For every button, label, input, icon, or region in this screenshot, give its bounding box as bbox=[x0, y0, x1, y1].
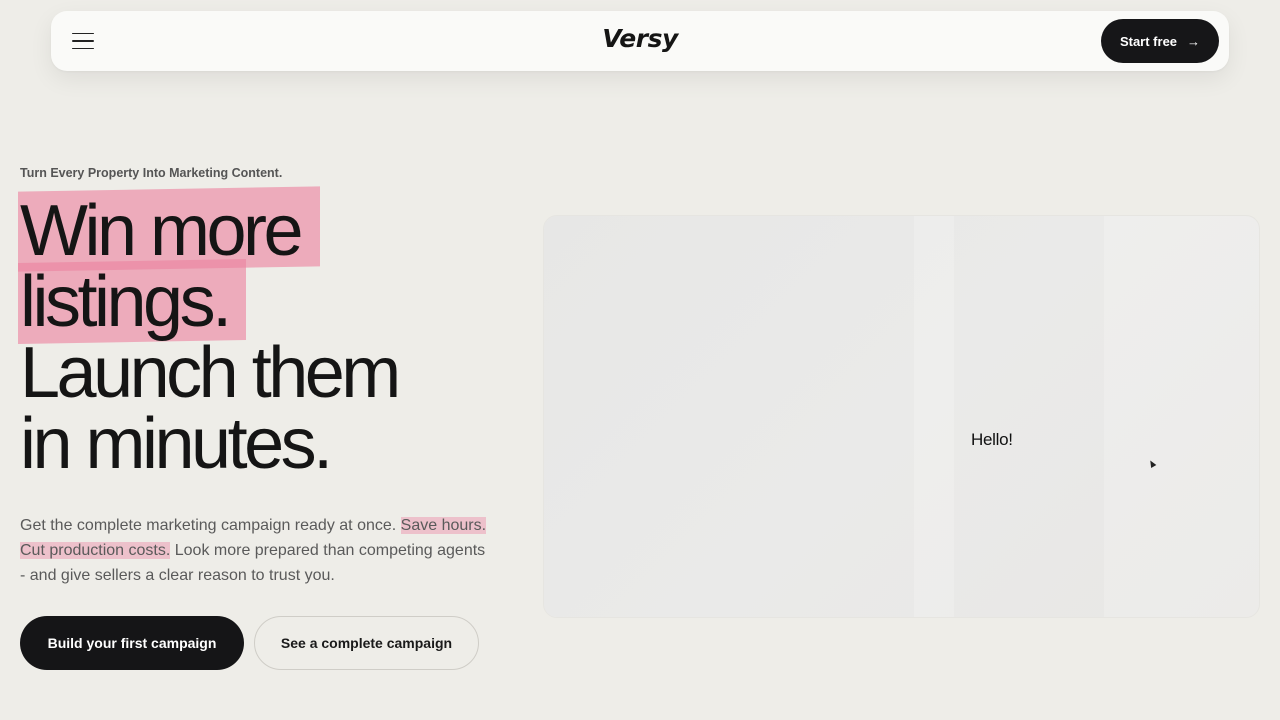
start-free-label: Start free bbox=[1119, 33, 1178, 49]
brand-logo[interactable]: Versy bbox=[602, 24, 678, 53]
top-nav: Versy Start free → bbox=[51, 11, 1229, 71]
headline-line-2: listings. bbox=[18, 259, 398, 344]
campaign-preview-panel[interactable]: Hello! bbox=[543, 215, 1260, 618]
hero-headline: Win more listings. Launch them in minute… bbox=[18, 186, 401, 484]
headline-line-4: in minutes. bbox=[20, 404, 333, 484]
preview-ghost-column bbox=[954, 216, 1104, 617]
mouse-cursor-icon bbox=[1147, 458, 1157, 469]
start-free-button[interactable]: Start free → bbox=[1101, 19, 1219, 63]
preview-ghost-column bbox=[734, 216, 914, 617]
hamburger-menu-icon[interactable] bbox=[69, 28, 97, 54]
hero-eyebrow: Turn Every Property Into Marketing Conte… bbox=[20, 166, 283, 180]
arrow-right-icon: → bbox=[1187, 33, 1201, 49]
headline-line-3: Launch them bbox=[20, 333, 401, 413]
headline-line-1: Win more bbox=[18, 186, 398, 272]
preview-ghost-column bbox=[544, 216, 734, 617]
see-campaign-button[interactable]: See a complete campaign bbox=[254, 616, 479, 670]
preview-greeting: Hello! bbox=[971, 430, 1013, 449]
build-campaign-button[interactable]: Build your first campaign bbox=[20, 616, 244, 670]
hero-description: Get the complete marketing campaign read… bbox=[20, 517, 487, 584]
